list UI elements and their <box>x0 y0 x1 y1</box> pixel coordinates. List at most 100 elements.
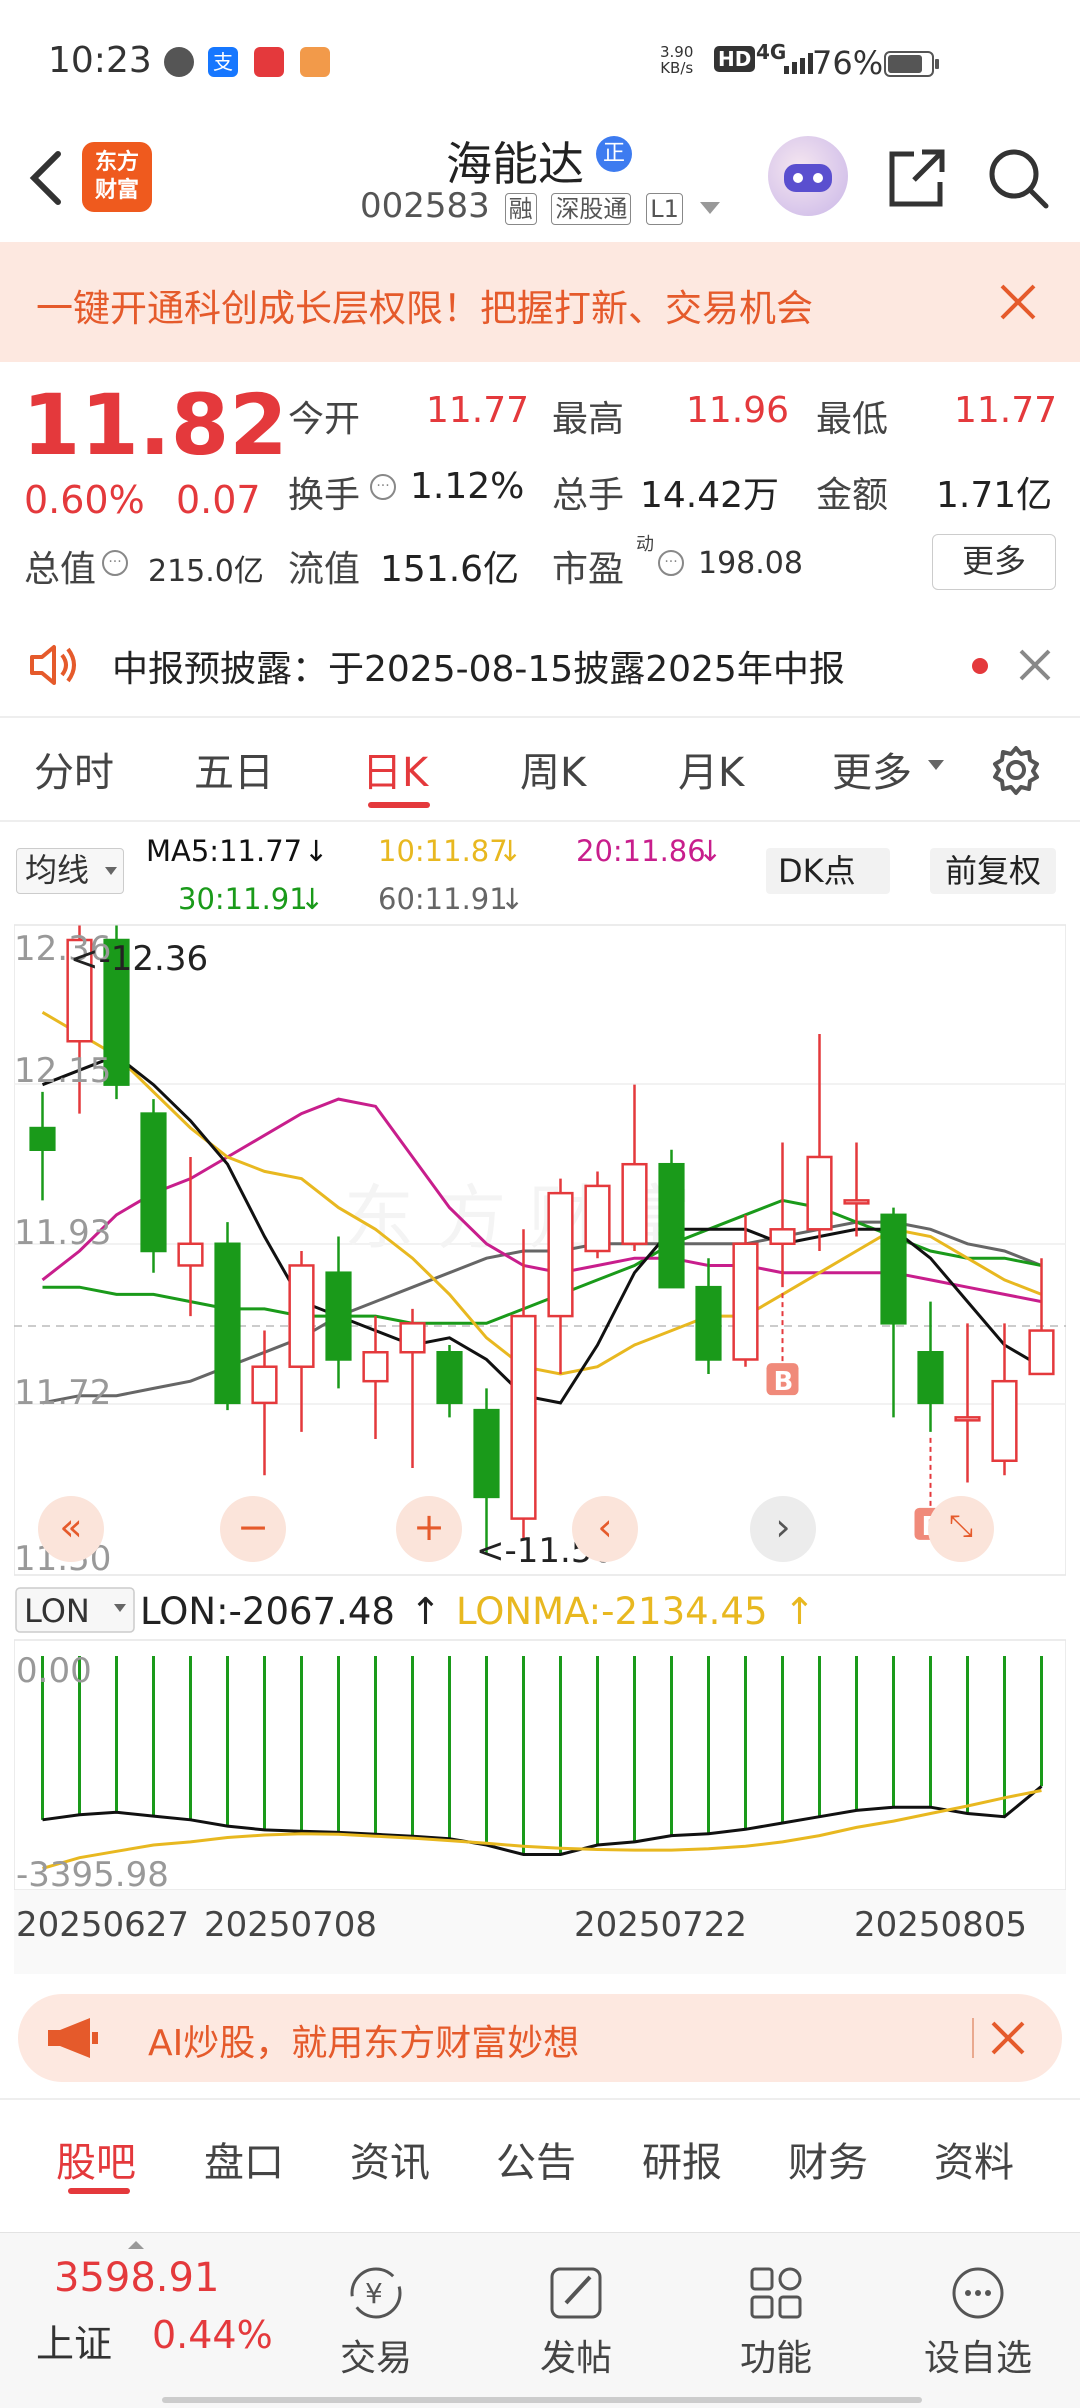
promo-banner-text: 一键开通科创成长层权限！把握打新、交易机会 <box>36 287 813 330</box>
search-icon[interactable] <box>986 146 1050 210</box>
tab-forum[interactable]: 股吧 <box>56 2130 136 2188</box>
candle-body <box>399 1322 426 1354</box>
divider <box>972 2018 974 2058</box>
kline-chart[interactable]: 东 方 财 富 BB 12.36 12.15 11.93 11.72 11.50… <box>13 922 1067 1977</box>
app-notification-icon <box>164 47 194 77</box>
total-value-label: 总值 <box>24 549 97 590</box>
candle-body <box>140 1112 167 1253</box>
info-icon[interactable]: ··· <box>658 550 684 576</box>
close-icon[interactable] <box>990 2020 1026 2056</box>
dk-point-button[interactable]: DK点 <box>766 848 890 894</box>
tab-monthly-k[interactable]: 月K <box>678 740 744 798</box>
functions-button[interactable]: 功能 <box>706 2263 846 2381</box>
hd-icon: HD <box>714 46 756 72</box>
x-date: 20250722 <box>574 1905 747 1945</box>
megaphone-icon <box>46 2016 102 2060</box>
ai-promo-bar[interactable]: AI炒股，就用东方财富妙想 <box>18 1994 1062 2082</box>
trade-label: 交易 <box>339 2338 412 2379</box>
low-label: 最低 <box>816 399 889 440</box>
kline-chart-svg[interactable]: 东 方 财 富 BB 12.36 12.15 11.93 11.72 11.50… <box>13 922 1067 1977</box>
tab-orderbook[interactable]: 盘口 <box>204 2130 284 2188</box>
chevron-down-icon[interactable] <box>699 201 720 214</box>
tab-finance[interactable]: 财务 <box>788 2130 868 2188</box>
volume-label: 总手 <box>552 475 625 516</box>
trade-button[interactable]: ¥ 交易 <box>306 2263 446 2381</box>
candle-body <box>991 1379 1018 1462</box>
post-label: 发帖 <box>539 2338 612 2379</box>
stock-name: 海能达 <box>446 137 584 191</box>
tab-announcements[interactable]: 公告 <box>496 2130 576 2188</box>
scroll-left-button[interactable]: ‹ <box>572 1496 638 1562</box>
arrow-up-icon: ↑ <box>410 1590 441 1633</box>
max-price-label: <-12.36 <box>70 939 208 979</box>
close-icon[interactable] <box>998 282 1038 322</box>
y-label: 11.93 <box>14 1213 111 1253</box>
close-icon[interactable] <box>1018 648 1052 682</box>
notice-bar[interactable]: 中报预披露：于2025-08-15披露2025年中报 <box>0 620 1080 710</box>
post-button[interactable]: 发帖 <box>506 2263 646 2381</box>
lon-selector-label: LON <box>24 1592 90 1630</box>
adjust-button[interactable]: 前复权 <box>930 848 1056 894</box>
turnover-value: 1.12% <box>410 466 525 507</box>
info-icon[interactable]: ··· <box>370 474 396 500</box>
more-dots-icon <box>948 2263 1008 2323</box>
ai-robot-icon[interactable] <box>768 136 848 216</box>
svg-text:¥: ¥ <box>365 2277 383 2310</box>
float-value-label: 流值 <box>288 549 361 590</box>
back-icon[interactable] <box>20 148 70 208</box>
x-date: 20250708 <box>204 1905 377 1945</box>
tab-weekly-k[interactable]: 周K <box>520 740 586 798</box>
divider <box>0 716 1080 718</box>
zoom-in-button[interactable]: + <box>396 1496 462 1562</box>
tab-news[interactable]: 资讯 <box>350 2130 430 2188</box>
lon-y-top: 0.00 <box>16 1651 92 1691</box>
candle-body <box>325 1271 352 1361</box>
speaker-icon <box>26 640 82 690</box>
verified-badge: 正 <box>596 136 632 172</box>
chevron-up-icon[interactable] <box>128 2241 144 2249</box>
promo-banner[interactable]: 一键开通科创成长层权限！把握打新、交易机会 <box>0 242 1080 362</box>
lon-value: LON:-2067.48 <box>140 1590 395 1633</box>
tab-daily-k[interactable]: 日K <box>362 740 428 798</box>
candle-body <box>214 1242 241 1405</box>
candle-body <box>621 1162 648 1246</box>
y-label: 12.15 <box>14 1051 111 1091</box>
active-tab-indicator <box>368 802 430 808</box>
candle-body <box>362 1351 389 1383</box>
share-icon[interactable] <box>884 146 948 210</box>
arrow-down-icon: ↓ <box>698 834 723 868</box>
x-date: 20250805 <box>854 1905 1027 1945</box>
tag-level: L1 <box>646 193 683 225</box>
ma-selector[interactable]: 均线 <box>16 848 124 894</box>
candle-body <box>806 1155 833 1231</box>
turnover-label: 换手 <box>288 475 361 516</box>
arrow-down-icon: ↓ <box>304 834 329 868</box>
tab-more[interactable]: 更多 <box>832 740 912 798</box>
tab-profile[interactable]: 资料 <box>934 2130 1014 2188</box>
candle-body <box>288 1264 315 1368</box>
total-value: 215.0亿 <box>148 554 264 589</box>
low-value: 11.77 <box>954 390 1058 431</box>
candle-body <box>29 1126 56 1151</box>
fullscreen-icon[interactable]: ⤡ <box>928 1496 994 1562</box>
divider <box>0 2098 1080 2100</box>
buy-signal-label: B <box>774 1367 794 1397</box>
chevron-down-icon <box>928 760 944 770</box>
more-button[interactable]: 更多 <box>932 534 1056 590</box>
gear-icon[interactable] <box>990 744 1042 796</box>
arrow-down-icon: ↓ <box>498 834 523 868</box>
info-icon[interactable]: ··· <box>102 550 128 576</box>
candle-body <box>510 1314 537 1520</box>
scroll-right-button[interactable]: › <box>750 1496 816 1562</box>
tab-intraday[interactable]: 分时 <box>34 740 114 798</box>
status-bar: 10:23 支 3.90 KB/s HD 4G 76% <box>0 0 1080 120</box>
add-watchlist-button[interactable]: 设自选 <box>908 2263 1048 2381</box>
index-value[interactable]: 3598.91 <box>54 2255 219 2301</box>
tab-five-day[interactable]: 五日 <box>194 740 274 798</box>
x-date: 20250627 <box>16 1905 189 1945</box>
index-change: 0.44% <box>152 2313 273 2357</box>
zoom-out-button[interactable]: − <box>220 1496 286 1562</box>
scroll-left-fast-button[interactable]: « <box>38 1496 104 1562</box>
candle-body <box>584 1184 611 1253</box>
tab-research[interactable]: 研报 <box>642 2130 722 2188</box>
